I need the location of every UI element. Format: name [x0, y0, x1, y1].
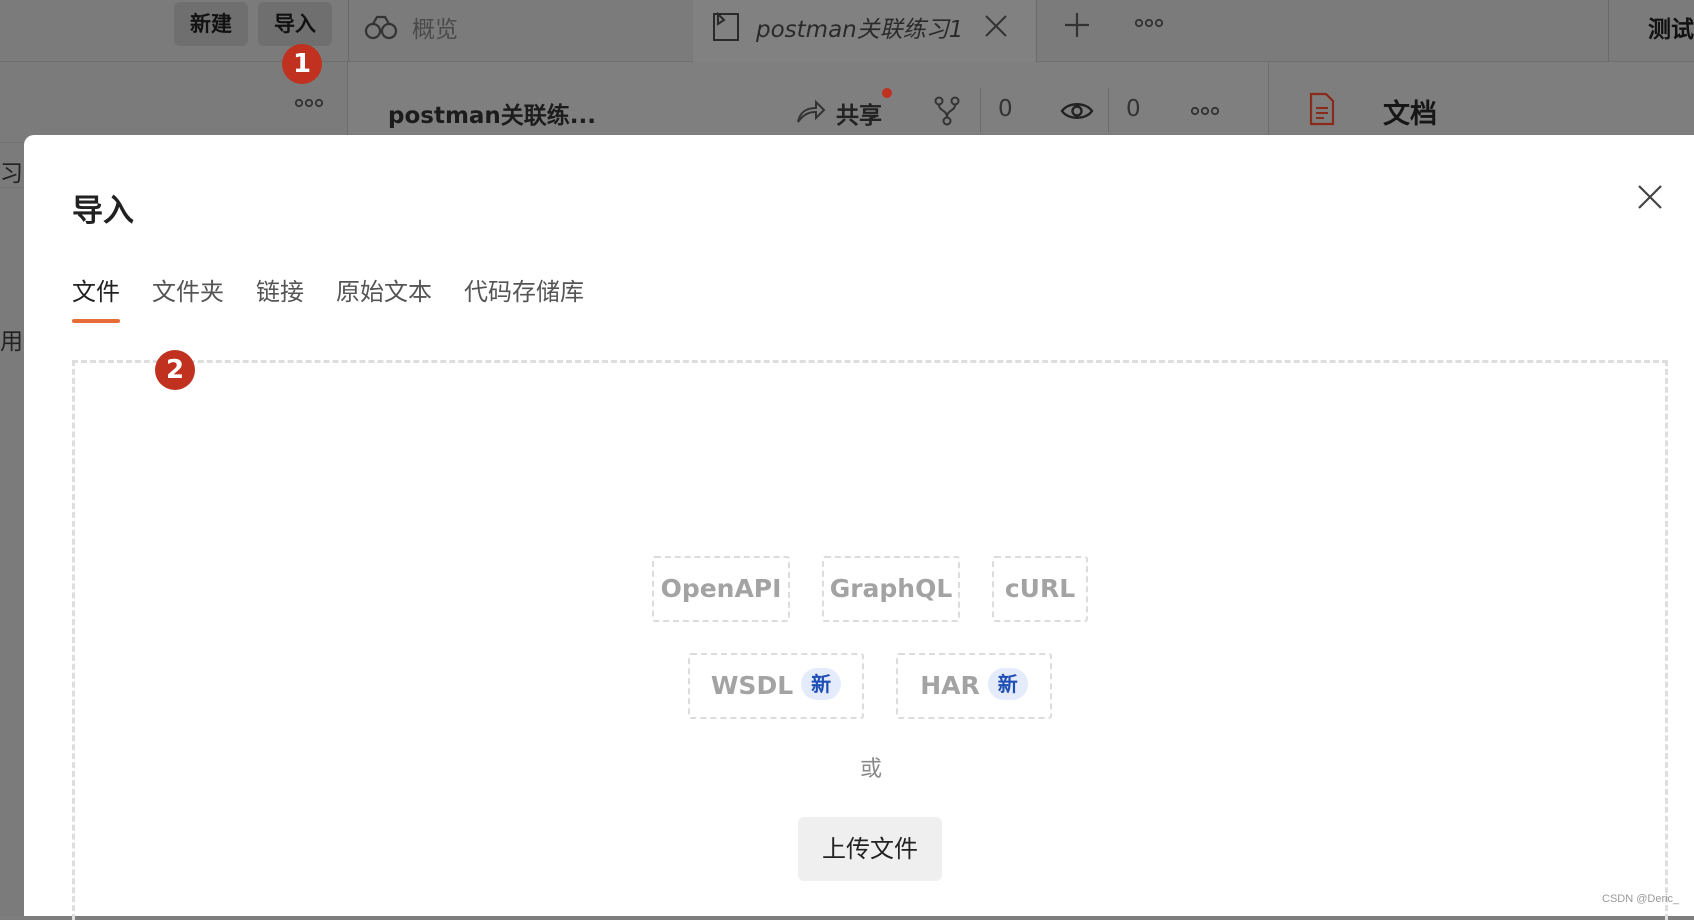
format-graphql: GraphQL: [822, 556, 960, 622]
tab-folder[interactable]: 文件夹: [152, 275, 224, 323]
collection-header: postman关联练... 共享 0 0: [348, 62, 1268, 134]
import-tabs: 文件 文件夹 链接 原始文本 代码存储库: [72, 275, 584, 323]
format-openapi: OpenAPI: [652, 556, 790, 622]
docs-label[interactable]: 文档: [1383, 92, 1437, 131]
import-button[interactable]: 导入: [258, 2, 332, 46]
close-tab-icon[interactable]: [984, 14, 1008, 38]
divider: [1608, 0, 1609, 62]
format-har: HAR 新: [896, 653, 1052, 719]
watch-count: 0: [1126, 96, 1141, 122]
format-curl: cURL: [992, 556, 1088, 622]
collection-title: postman关联练...: [388, 103, 597, 129]
divider: [348, 0, 349, 62]
more-tabs-icon[interactable]: [1134, 18, 1164, 28]
fork-count: 0: [998, 96, 1013, 122]
share-icon: [797, 99, 826, 123]
tab-code-repository[interactable]: 代码存储库: [464, 275, 584, 323]
tab-overview[interactable]: 概览: [412, 10, 458, 44]
tab-collection-label: postman关联练习1: [756, 17, 964, 43]
divider: [1036, 0, 1037, 62]
close-icon[interactable]: [1636, 183, 1664, 211]
fork-icon[interactable]: [934, 96, 960, 126]
share-button[interactable]: 共享: [836, 96, 882, 130]
watermark: CSDN @Deric_: [1602, 893, 1680, 905]
divider: [1108, 88, 1109, 132]
new-badge: 新: [987, 668, 1028, 700]
add-tab-icon[interactable]: [1064, 12, 1090, 38]
divider: [980, 88, 981, 132]
collection-more-icon[interactable]: [1190, 106, 1220, 116]
format-wsdl: WSDL 新: [688, 653, 864, 719]
or-separator: 或: [860, 757, 883, 782]
step-badge-2: 2: [155, 350, 195, 390]
new-badge: 新: [801, 668, 842, 700]
documentation-pane: 文档: [1268, 62, 1694, 134]
binoculars-icon: [364, 15, 398, 40]
tab-file[interactable]: 文件: [72, 275, 120, 323]
format-wsdl-label: WSDL: [710, 671, 794, 700]
sidebar-more-icon[interactable]: [294, 98, 324, 108]
collection-tab-icon: [713, 12, 739, 41]
environment-label[interactable]: 测试: [1648, 10, 1694, 44]
new-button[interactable]: 新建: [174, 2, 248, 46]
tab-raw-text[interactable]: 原始文本: [336, 275, 432, 323]
upload-file-button[interactable]: 上传文件: [798, 817, 942, 881]
top-tab-bar: 新建 导入 概览 postman关联练习1 测试: [0, 0, 1694, 62]
document-icon: [1309, 92, 1335, 126]
notification-dot: [882, 88, 892, 98]
modal-title: 导入: [72, 193, 134, 229]
watch-icon[interactable]: [1060, 100, 1094, 122]
format-har-label: HAR: [920, 671, 980, 700]
tab-link[interactable]: 链接: [256, 275, 304, 323]
import-modal: 导入 文件 文件夹 链接 原始文本 代码存储库 OpenAPI GraphQL …: [24, 135, 1694, 920]
step-badge-1: 1: [282, 44, 322, 84]
